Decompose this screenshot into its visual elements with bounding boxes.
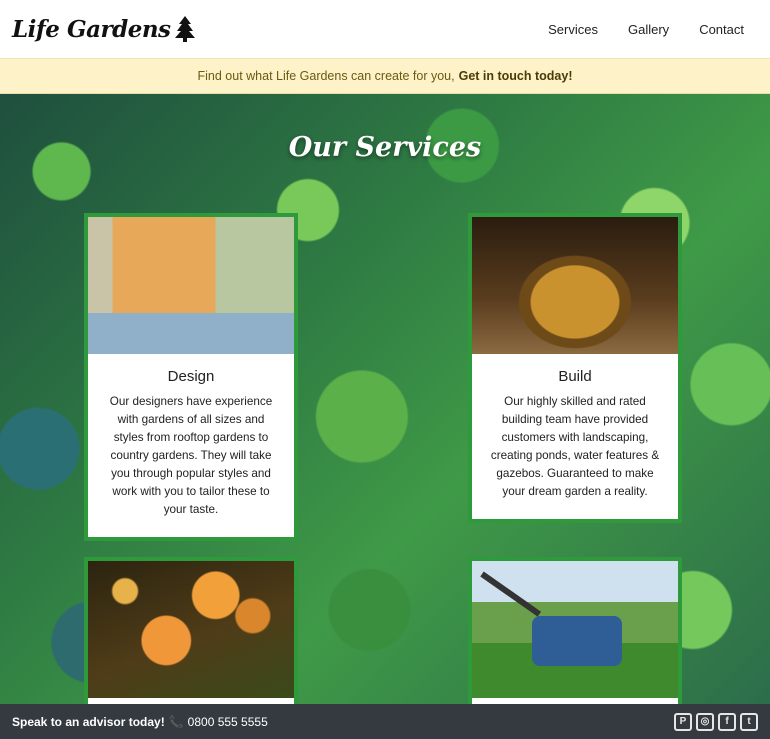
card-title: Build <box>558 368 592 385</box>
banner-cta-link[interactable]: Get in touch today! <box>459 69 573 83</box>
footer-contact: Speak to an advisor today! 📞 0800 555 55… <box>12 715 268 729</box>
card-text: Our highly skilled and rated building te… <box>490 395 660 498</box>
service-card-design: Design Our designers have experience wit… <box>84 213 298 541</box>
nav-contact[interactable]: Contact <box>699 22 744 37</box>
section-title: Our Services <box>288 132 482 163</box>
site-header: Life Gardens Services Gallery Contact <box>0 0 770 58</box>
facebook-icon[interactable]: f <box>718 712 736 731</box>
promo-banner: Find out what Life Gardens can create fo… <box>0 58 770 94</box>
banner-text: Find out what Life Gardens can create fo… <box>197 69 455 83</box>
logo[interactable]: Life Gardens <box>12 16 195 43</box>
mower-handle <box>480 571 542 617</box>
card-text: Our designers have experience with garde… <box>109 395 273 516</box>
phone-icon: 📞 <box>168 714 184 729</box>
service-card-build: Build Our highly skilled and rated build… <box>468 213 682 523</box>
flowers-butterfly-photo <box>88 561 294 698</box>
twitter-icon[interactable]: t <box>740 712 758 731</box>
logo-text[interactable]: Life Gardens <box>12 16 171 43</box>
fountain-photo <box>472 217 678 354</box>
mower-body <box>532 616 622 666</box>
social-links: P ◎ f t <box>674 712 758 731</box>
nav-services[interactable]: Services <box>548 22 598 37</box>
main-nav: Services Gallery Contact <box>548 22 744 37</box>
instagram-icon[interactable]: ◎ <box>696 712 714 731</box>
card-title: Design <box>167 368 215 385</box>
lawnmower-photo <box>472 561 678 698</box>
pinterest-icon[interactable]: P <box>674 712 692 731</box>
site-footer: Speak to an advisor today! 📞 0800 555 55… <box>0 704 770 739</box>
footer-phone[interactable]: 0800 555 5555 <box>188 715 268 729</box>
nav-gallery[interactable]: Gallery <box>628 22 669 37</box>
tree-icon <box>174 16 195 42</box>
shed-photo <box>88 217 294 354</box>
footer-speak-text: Speak to an advisor today! <box>12 714 165 729</box>
services-section: Our Services Design Our designers have e… <box>0 94 770 739</box>
